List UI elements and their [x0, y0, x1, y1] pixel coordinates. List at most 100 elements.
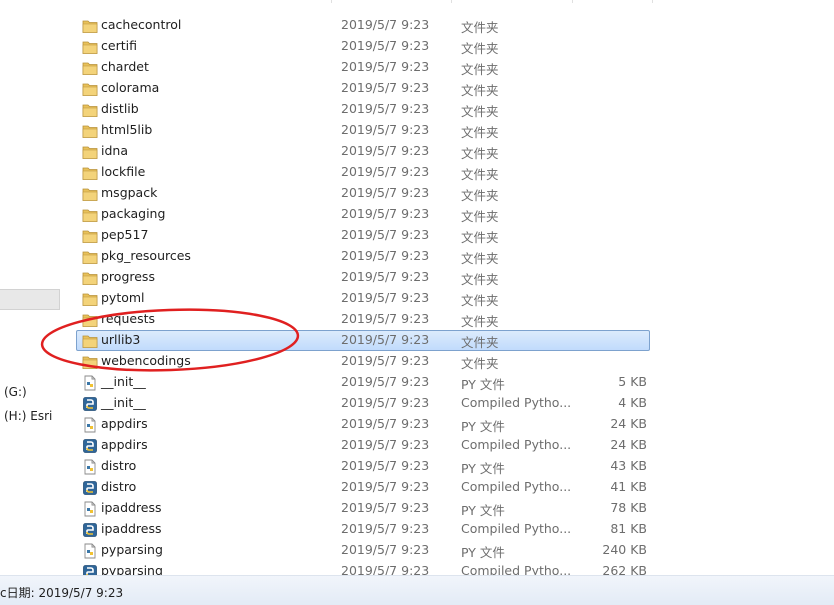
file-name: requests [101, 311, 156, 326]
file-date: 2019/5/7 9:23 [341, 311, 430, 326]
folder-icon [82, 144, 98, 160]
file-row[interactable]: cachecontrol 2019/5/7 9:23 文件夹 [76, 15, 656, 36]
file-row[interactable]: requests 2019/5/7 9:23 文件夹 [76, 309, 656, 330]
file-type: 文件夹 [461, 335, 499, 350]
file-date: 2019/5/7 9:23 [341, 269, 430, 284]
column-divider[interactable] [451, 0, 452, 3]
file-name: pkg_resources [101, 248, 191, 263]
file-row[interactable]: lockfile 2019/5/7 9:23 文件夹 [76, 162, 656, 183]
file-type: 文件夹 [461, 272, 499, 287]
column-divider[interactable] [331, 0, 332, 3]
file-date: 2019/5/7 9:23 [341, 416, 430, 431]
status-text: c日期: 2019/5/7 9:23 [0, 586, 124, 600]
file-type: Compiled Pytho... [461, 479, 571, 494]
file-row[interactable]: progress 2019/5/7 9:23 文件夹 [76, 267, 656, 288]
file-date: 2019/5/7 9:23 [341, 374, 430, 389]
file-size: 5 KB [618, 374, 647, 389]
folder-icon [82, 249, 98, 265]
file-row[interactable]: pytoml 2019/5/7 9:23 文件夹 [76, 288, 656, 309]
file-name: __init__ [101, 395, 146, 410]
file-row[interactable]: distro 2019/5/7 9:23 PY 文件 43 KB [76, 456, 656, 477]
file-row[interactable]: webencodings 2019/5/7 9:23 文件夹 [76, 351, 656, 372]
file-row[interactable]: ipaddress 2019/5/7 9:23 Compiled Pytho... 8… [76, 519, 656, 540]
file-size: 81 KB [610, 521, 647, 536]
folder-icon [82, 39, 98, 55]
file-date: 2019/5/7 9:23 [341, 227, 430, 242]
file-type: 文件夹 [461, 146, 499, 161]
py-file-icon [82, 459, 98, 475]
file-name: __init__ [101, 374, 146, 389]
file-type: 文件夹 [461, 230, 499, 245]
file-name: pyparsing [101, 542, 163, 557]
file-type: 文件夹 [461, 83, 499, 98]
file-date: 2019/5/7 9:23 [341, 521, 430, 536]
folder-icon [82, 207, 98, 223]
folder-icon [82, 354, 98, 370]
folder-icon [82, 291, 98, 307]
file-row[interactable]: ipaddress 2019/5/7 9:23 PY 文件 78 KB [76, 498, 656, 519]
file-type: PY 文件 [461, 545, 505, 560]
py-file-icon [82, 375, 98, 391]
nav-drive-g[interactable]: (G:) [4, 385, 27, 399]
file-type: PY 文件 [461, 377, 505, 392]
file-name: lockfile [101, 164, 146, 179]
file-name: html5lib [101, 122, 153, 137]
file-size: 78 KB [610, 500, 647, 515]
file-size: 43 KB [610, 458, 647, 473]
file-name: distro [101, 479, 137, 494]
file-date: 2019/5/7 9:23 [341, 164, 430, 179]
file-name: ipaddress [101, 500, 162, 515]
file-size: 4 KB [618, 395, 647, 410]
file-row[interactable]: distlib 2019/5/7 9:23 文件夹 [76, 99, 656, 120]
file-name: ipaddress [101, 521, 162, 536]
file-row[interactable]: pyparsing 2019/5/7 9:23 PY 文件 240 KB [76, 540, 656, 561]
file-row[interactable]: distro 2019/5/7 9:23 Compiled Pytho... 41 K… [76, 477, 656, 498]
file-name: distro [101, 458, 137, 473]
file-date: 2019/5/7 9:23 [341, 290, 430, 305]
folder-icon [82, 270, 98, 286]
file-row[interactable]: packaging 2019/5/7 9:23 文件夹 [76, 204, 656, 225]
file-name: cachecontrol [101, 17, 182, 32]
folder-icon [82, 186, 98, 202]
file-row[interactable]: __init__ 2019/5/7 9:23 PY 文件 5 KB [76, 372, 656, 393]
file-type: 文件夹 [461, 356, 499, 371]
file-date: 2019/5/7 9:23 [341, 185, 430, 200]
folder-icon [82, 312, 98, 328]
nav-drive-h[interactable]: (H:) Esri [4, 409, 52, 423]
file-name: urllib3 [101, 332, 141, 347]
column-divider[interactable] [652, 0, 653, 3]
file-name: colorama [101, 80, 160, 95]
file-name: pep517 [101, 227, 149, 242]
file-row[interactable]: msgpack 2019/5/7 9:23 文件夹 [76, 183, 656, 204]
file-list: cachecontrol 2019/5/7 9:23 文件夹 certifi 2019/… [76, 15, 656, 582]
folder-icon [82, 165, 98, 181]
file-date: 2019/5/7 9:23 [341, 80, 430, 95]
py-file-icon [82, 543, 98, 559]
file-type: 文件夹 [461, 293, 499, 308]
file-row[interactable]: urllib3 2019/5/7 9:23 文件夹 [76, 330, 656, 351]
folder-icon [82, 333, 98, 349]
file-row[interactable]: html5lib 2019/5/7 9:23 文件夹 [76, 120, 656, 141]
file-name: packaging [101, 206, 166, 221]
file-row[interactable]: __init__ 2019/5/7 9:23 Compiled Pytho... 4 … [76, 393, 656, 414]
file-name: appdirs [101, 416, 148, 431]
file-row[interactable]: appdirs 2019/5/7 9:23 Compiled Pytho... 24 … [76, 435, 656, 456]
column-divider[interactable] [572, 0, 573, 3]
file-size: 24 KB [610, 416, 647, 431]
file-date: 2019/5/7 9:23 [341, 206, 430, 221]
file-type: Compiled Pytho... [461, 395, 571, 410]
file-row[interactable]: appdirs 2019/5/7 9:23 PY 文件 24 KB [76, 414, 656, 435]
file-date: 2019/5/7 9:23 [341, 437, 430, 452]
file-date: 2019/5/7 9:23 [341, 143, 430, 158]
folder-icon [82, 102, 98, 118]
file-row[interactable]: chardet 2019/5/7 9:23 文件夹 [76, 57, 656, 78]
file-type: 文件夹 [461, 62, 499, 77]
file-row[interactable]: pkg_resources 2019/5/7 9:23 文件夹 [76, 246, 656, 267]
file-row[interactable]: colorama 2019/5/7 9:23 文件夹 [76, 78, 656, 99]
file-row[interactable]: pep517 2019/5/7 9:23 文件夹 [76, 225, 656, 246]
file-row[interactable]: certifi 2019/5/7 9:23 文件夹 [76, 36, 656, 57]
file-row[interactable]: idna 2019/5/7 9:23 文件夹 [76, 141, 656, 162]
file-name: certifi [101, 38, 137, 53]
py-file-icon [82, 501, 98, 517]
nav-selected-item[interactable] [0, 289, 60, 310]
